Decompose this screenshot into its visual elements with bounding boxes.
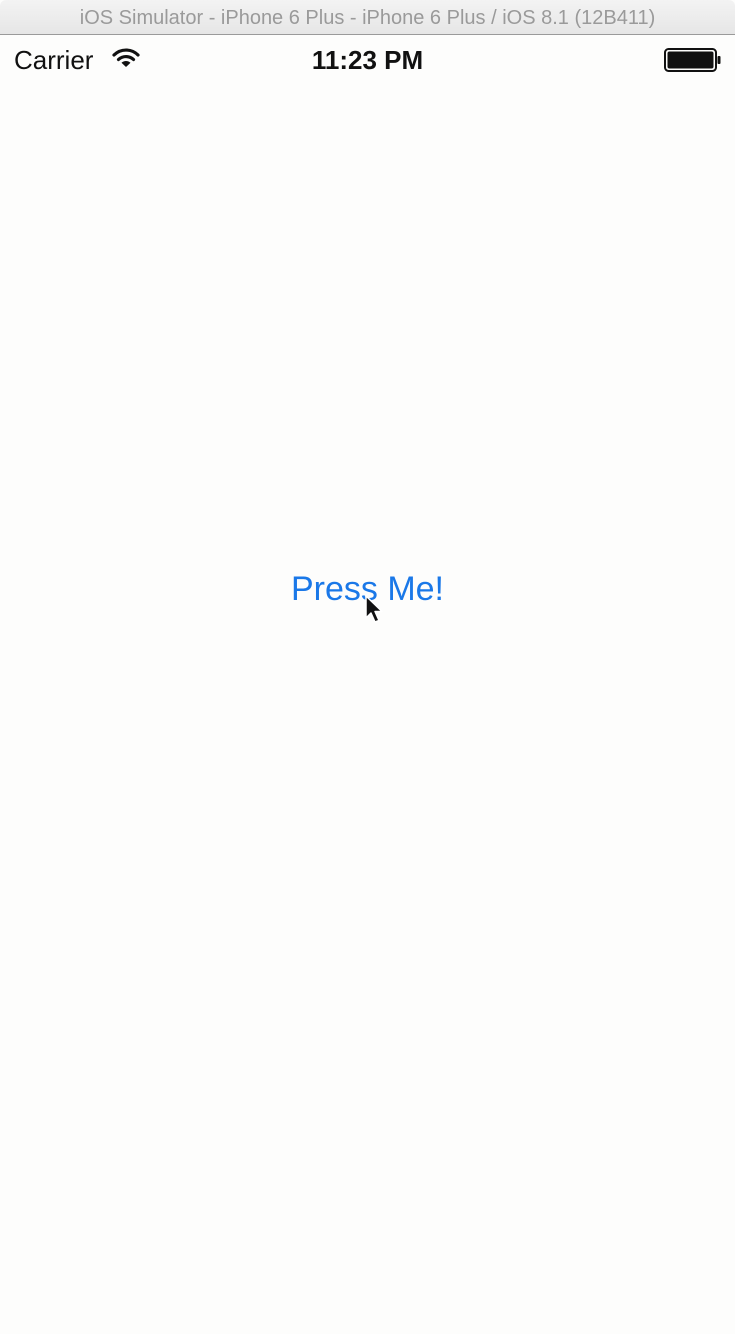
status-time: 11:23 PM — [311, 45, 424, 75]
device-screen: Carrier 11:23 PM Press Me! — [0, 35, 735, 1334]
battery-icon — [664, 48, 721, 72]
window-title: iOS Simulator - iPhone 6 Plus - iPhone 6… — [79, 7, 656, 29]
simulator-title-bar: iOS Simulator - iPhone 6 Plus - iPhone 6… — [0, 0, 735, 35]
mouse-pointer-icon — [365, 595, 383, 623]
status-bar: Carrier 11:23 PM — [0, 35, 735, 85]
